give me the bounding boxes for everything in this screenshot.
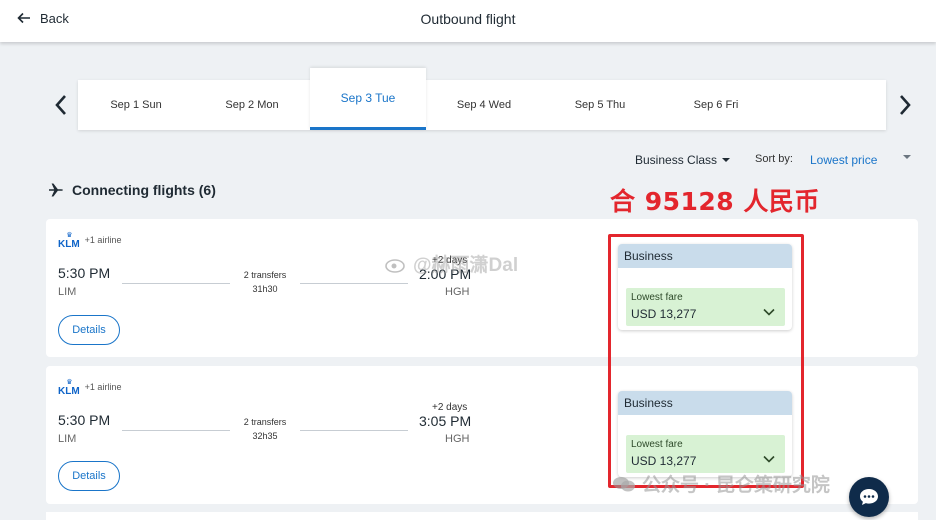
details-button[interactable]: Details bbox=[58, 461, 120, 491]
top-bar: Back Outbound flight bbox=[0, 0, 936, 42]
chevron-right-icon bbox=[900, 95, 911, 115]
details-button[interactable]: Details bbox=[58, 315, 120, 345]
date-tab-selected[interactable]: Sep 3 Tue bbox=[310, 68, 426, 130]
depart-time: 5:30 PM bbox=[58, 265, 111, 281]
caret-down-icon bbox=[722, 158, 731, 162]
fare-lowest[interactable]: Lowest fare USD 13,277 bbox=[626, 288, 785, 326]
cabin-class-select[interactable]: Business Class bbox=[635, 153, 731, 167]
fare-cabin: Business bbox=[618, 391, 792, 415]
sort-caret-button[interactable] bbox=[902, 153, 912, 161]
depart-airport: LIM bbox=[58, 433, 77, 445]
date-carousel: Sep 1 Sun Sep 2 Mon Sep 3 Tue Sep 4 Wed … bbox=[78, 68, 886, 130]
next-dates-button[interactable] bbox=[894, 92, 916, 118]
section-title: Connecting flights (6) bbox=[72, 182, 216, 198]
arrive-airport: HGH bbox=[445, 433, 470, 445]
route-line bbox=[300, 430, 408, 431]
fare-option[interactable]: Business Lowest fare USD 13,277 bbox=[618, 244, 792, 330]
route-line bbox=[122, 430, 230, 431]
caret-down-icon bbox=[903, 155, 911, 159]
sort-by-select[interactable]: Lowest price bbox=[810, 153, 877, 167]
airplane-icon bbox=[49, 183, 63, 197]
airline-info: ♛ KLM +1 airline bbox=[58, 378, 122, 397]
airline-info: ♛ KLM +1 airline bbox=[58, 231, 122, 250]
weibo-watermark: @赫雨潇Dal bbox=[385, 250, 518, 277]
chevron-down-icon bbox=[763, 308, 775, 316]
chat-button[interactable] bbox=[849, 477, 889, 517]
fare-price: USD 13,277 bbox=[631, 307, 697, 321]
transfers: 2 transfers bbox=[243, 270, 287, 280]
fare-label: Lowest fare bbox=[631, 292, 683, 303]
section-heading: Connecting flights (6) bbox=[48, 182, 216, 198]
route-line bbox=[300, 283, 408, 284]
fare-label: Lowest fare bbox=[631, 439, 683, 450]
route-line bbox=[122, 283, 230, 284]
sort-by-label: Sort by: bbox=[755, 153, 793, 165]
depart-airport: LIM bbox=[58, 286, 77, 298]
arrive-airport: HGH bbox=[445, 286, 470, 298]
plus-days: +2 days bbox=[432, 402, 468, 413]
airline-extra: +1 airline bbox=[84, 235, 122, 245]
price-annotation: 合 95128 人民币 bbox=[610, 187, 820, 216]
date-tab[interactable]: Sep 5 Thu bbox=[542, 80, 658, 130]
date-tab[interactable]: Sep 2 Mon bbox=[194, 80, 310, 130]
airline-extra: +1 airline bbox=[84, 382, 122, 392]
cabin-class-value: Business Class bbox=[635, 153, 718, 167]
previous-dates-button[interactable] bbox=[50, 92, 72, 118]
weibo-icon bbox=[385, 258, 405, 273]
depart-time: 5:30 PM bbox=[58, 412, 111, 428]
transfers: 2 transfers bbox=[243, 417, 287, 427]
date-tab[interactable]: Sep 1 Sun bbox=[78, 80, 194, 130]
arrive-time: 3:05 PM bbox=[419, 413, 472, 429]
date-tab[interactable]: Sep 6 Fri bbox=[658, 80, 774, 130]
chevron-left-icon bbox=[55, 95, 66, 115]
klm-logo: ♛ KLM bbox=[58, 379, 80, 397]
flight-card[interactable]: ♛ KLM +1 airline 5:30 PM LIM 2 transfers… bbox=[46, 219, 918, 357]
wechat-watermark: 公众号 · 昆仑策研究院 bbox=[612, 470, 830, 497]
wechat-icon bbox=[613, 476, 635, 491]
date-tab[interactable]: Sep 4 Wed bbox=[426, 80, 542, 130]
chevron-down-icon bbox=[763, 455, 775, 463]
duration: 32h35 bbox=[252, 431, 278, 441]
chat-bubble-icon bbox=[860, 489, 878, 505]
klm-logo: ♛ KLM bbox=[58, 232, 80, 250]
fare-option[interactable]: Business Lowest fare USD 13,277 bbox=[618, 391, 792, 477]
duration: 31h30 bbox=[252, 284, 278, 294]
fare-lowest[interactable]: Lowest fare USD 13,277 bbox=[626, 435, 785, 473]
page-title: Outbound flight bbox=[420, 11, 516, 27]
flight-card-peek bbox=[46, 512, 918, 520]
fare-cabin: Business bbox=[618, 244, 792, 268]
fare-price: USD 13,277 bbox=[631, 454, 697, 468]
